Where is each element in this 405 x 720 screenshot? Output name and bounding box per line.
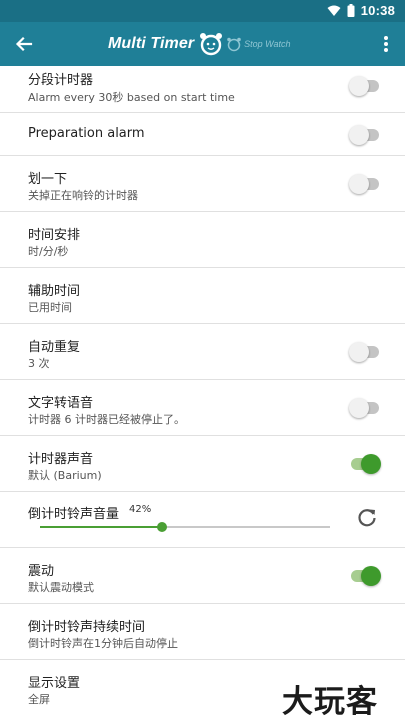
text-to-speech-switch[interactable] (349, 398, 379, 418)
app-bar: Multi Timer Stop Watch (0, 22, 405, 66)
setting-title: Preparation alarm (28, 126, 145, 141)
status-bar: 10:38 (0, 0, 405, 22)
app-subtitle: Stop Watch (244, 39, 291, 49)
volume-slider-fill (40, 526, 162, 528)
setting-subtitle: 默认震动模式 (28, 581, 94, 594)
alarm-clock-icon (200, 33, 223, 56)
arrow-back-icon (15, 36, 33, 52)
setting-subtitle: 时/分/秒 (28, 245, 69, 258)
back-button[interactable] (6, 26, 42, 62)
app-title: Multi Timer (108, 35, 195, 52)
setting-title: 辅助时间 (28, 284, 81, 299)
battery-icon (347, 4, 355, 17)
reset-volume-button[interactable] (355, 505, 379, 529)
setting-preparation-alarm[interactable]: Preparation alarm (0, 113, 405, 156)
setting-subtitle: 3 次 (28, 357, 50, 370)
refresh-icon (358, 509, 376, 527)
setting-title: 划一下 (28, 172, 68, 187)
setting-alarm-volume: 倒计时铃声音量 42% (0, 492, 405, 548)
setting-title: 显示设置 (28, 676, 81, 691)
setting-title: 倒计时铃声音量 (28, 507, 120, 522)
setting-title: 分段计时器 (28, 73, 94, 88)
setting-subtitle: 计时器 6 计时器已经被停止了。 (28, 413, 185, 426)
setting-auxiliary-time[interactable]: 辅助时间 已用时间 (0, 268, 405, 324)
setting-auto-repeat[interactable]: 自动重复 3 次 (0, 324, 405, 380)
volume-percent: 42% (129, 504, 152, 515)
settings-list: 分段计时器 Alarm every 30秒 based on start tim… (0, 66, 405, 716)
auto-repeat-switch[interactable] (349, 342, 379, 362)
setting-timer-sound[interactable]: 计时器声音 默认 (Barium) (0, 436, 405, 492)
overflow-menu-button[interactable] (371, 26, 401, 62)
setting-title: 自动重复 (28, 340, 81, 355)
volume-slider[interactable] (40, 522, 330, 532)
setting-alarm-duration[interactable]: 倒计时铃声持续时间 倒计时铃声在1分钟后自动停止 (0, 604, 405, 660)
wifi-icon (327, 5, 341, 16)
setting-subtitle: 倒计时铃声在1分钟后自动停止 (28, 637, 178, 650)
setting-text-to-speech[interactable]: 文字转语音 计时器 6 计时器已经被停止了。 (0, 380, 405, 436)
volume-slider-thumb[interactable] (156, 522, 167, 532)
app-logo: Multi Timer Stop Watch (108, 28, 291, 60)
swipe-switch[interactable] (349, 174, 379, 194)
setting-title: 时间安排 (28, 228, 81, 243)
setting-subtitle: Alarm every 30秒 based on start time (28, 91, 235, 104)
interval-timer-switch[interactable] (349, 76, 379, 96)
setting-subtitle: 关掉正在响铃的计时器 (28, 189, 138, 202)
vibration-switch[interactable] (351, 566, 381, 586)
setting-title: 计时器声音 (28, 452, 94, 467)
timer-sound-switch[interactable] (351, 454, 381, 474)
setting-interval-timer[interactable]: 分段计时器 Alarm every 30秒 based on start tim… (0, 66, 405, 113)
setting-swipe[interactable]: 划一下 关掉正在响铃的计时器 (0, 156, 405, 212)
setting-subtitle: 全屏 (28, 693, 50, 706)
status-time: 10:38 (360, 3, 395, 18)
preparation-alarm-switch[interactable] (349, 125, 379, 145)
more-vert-icon (384, 36, 388, 52)
watermark: 大玩客 (282, 684, 378, 720)
setting-time-format[interactable]: 时间安排 时/分/秒 (0, 212, 405, 268)
setting-vibration[interactable]: 震动 默认震动模式 (0, 548, 405, 604)
setting-title: 文字转语音 (28, 396, 94, 411)
status-icons: 10:38 (327, 3, 395, 18)
setting-subtitle: 默认 (Barium) (28, 469, 102, 482)
setting-subtitle: 已用时间 (28, 301, 72, 314)
setting-title: 倒计时铃声持续时间 (28, 620, 146, 635)
stopwatch-icon (227, 37, 241, 52)
setting-title: 震动 (28, 564, 55, 579)
